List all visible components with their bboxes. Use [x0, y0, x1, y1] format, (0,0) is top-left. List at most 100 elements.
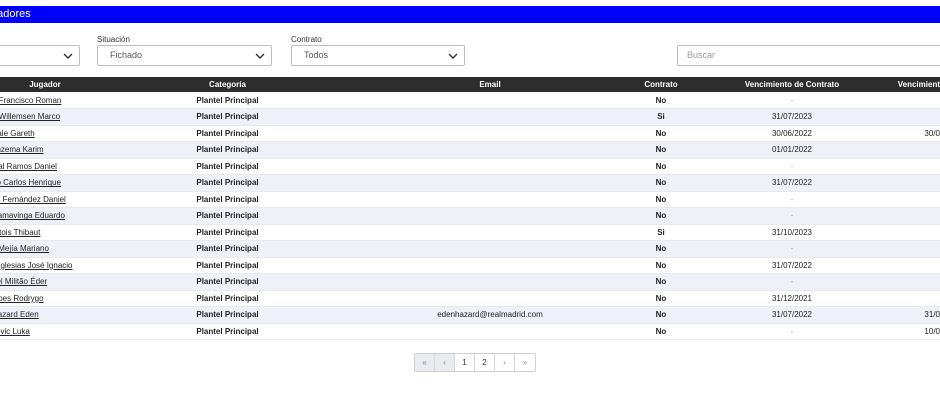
next-page-button[interactable]: › [495, 354, 515, 371]
last-page-button[interactable]: » [515, 354, 535, 371]
category-cell: Plantel Principal [90, 224, 365, 241]
contract-expiry-cell: - [707, 207, 877, 225]
contrato-value: Todos [304, 50, 329, 60]
player-name-link[interactable]: z Iglesias José Ignacio [0, 261, 73, 270]
contract-cell: No [615, 92, 707, 109]
table-row: o Willemsen Marco Plantel Principal Si31/0… [0, 108, 940, 126]
category-cell: Plantel Principal [90, 92, 365, 109]
player-name-link[interactable]: Goes Rodrygo [0, 294, 44, 303]
category-cell: Plantel Principal [90, 158, 365, 175]
prev-page-button[interactable]: ‹ [435, 354, 455, 371]
player-cell: riel Militão Éder [0, 273, 90, 291]
contract-cell: No [615, 323, 707, 340]
contract-cell: No [615, 191, 707, 208]
contract-cell: No [615, 207, 707, 225]
expiry-2-cell: 31/0 [877, 306, 940, 324]
email-cell [365, 257, 615, 274]
table-row: os Fernández Daniel Plantel Principal No- [0, 191, 940, 208]
player-cell: z Mejía Mariano [0, 240, 90, 258]
expiry-2-cell [877, 191, 940, 208]
player-name-link[interactable]: ajal Ramos Daniel [0, 162, 57, 171]
table-row: Camavinga Eduardo Plantel Principal No- [0, 207, 940, 225]
player-name-link[interactable]: n Francisco Roman [0, 96, 61, 105]
player-cell: ajal Ramos Daniel [0, 158, 90, 175]
contract-expiry-cell: - [707, 323, 877, 340]
contract-expiry-cell: - [707, 273, 877, 291]
contrato-select[interactable]: Todos [291, 45, 465, 66]
page-2-button[interactable]: 2 [475, 354, 495, 371]
category-cell: Plantel Principal [90, 174, 365, 192]
player-name-link[interactable]: o Willemsen Marco [0, 112, 60, 121]
player-cell: iro Carlos Henrique [0, 174, 90, 192]
search-field[interactable] [677, 45, 940, 66]
table-row: Jovic Luka Plantel Principal No-10/0 [0, 323, 940, 340]
expiry-2-cell [877, 141, 940, 159]
contract-expiry-cell: 31/07/2022 [707, 306, 877, 324]
column-header-jugador[interactable]: Jugador [0, 77, 90, 92]
table-row: n Francisco Roman Plantel Principal No- [0, 92, 940, 109]
contract-cell: No [615, 141, 707, 159]
player-name-link[interactable]: os Fernández Daniel [0, 195, 66, 204]
category-cell: Plantel Principal [90, 273, 365, 291]
search-input[interactable] [687, 50, 927, 60]
player-cell: n Francisco Roman [0, 92, 90, 109]
expiry-2-cell [877, 273, 940, 291]
category-cell: Plantel Principal [90, 125, 365, 142]
table-row: riel Militão Éder Plantel Principal No- [0, 273, 940, 291]
player-cell: Hazard Eden [0, 306, 90, 324]
contrato-label: Contrato [291, 35, 322, 44]
player-name-link[interactable]: z Mejía Mariano [0, 244, 49, 253]
expiry-2-cell [877, 207, 940, 225]
category-cell: Plantel Principal [90, 191, 365, 208]
players-table: Jugador Categoría Email Contrato Vencimi… [0, 77, 940, 340]
table-row: ajal Ramos Daniel Plantel Principal No- [0, 158, 940, 175]
email-cell [365, 125, 615, 142]
email-cell [365, 207, 615, 225]
contract-cell: Si [615, 108, 707, 126]
column-header-vencimiento-2[interactable]: Vencimient [877, 77, 940, 92]
player-cell: o Willemsen Marco [0, 108, 90, 126]
contract-cell: No [615, 174, 707, 192]
player-name-link[interactable]: Hazard Eden [0, 310, 39, 319]
email-cell [365, 290, 615, 307]
page-1-button[interactable]: 1 [455, 354, 475, 371]
column-header-contrato[interactable]: Contrato [615, 77, 707, 92]
situacion-select[interactable]: Fichado [97, 45, 272, 66]
filter-select-1[interactable] [0, 45, 80, 66]
player-name-link[interactable]: urtois Thibaut [0, 228, 40, 237]
player-name-link[interactable]: Jovic Luka [0, 327, 30, 336]
expiry-2-cell [877, 257, 940, 274]
contract-cell: No [615, 240, 707, 258]
expiry-2-cell [877, 174, 940, 192]
player-cell: z Iglesias José Ignacio [0, 257, 90, 274]
contract-expiry-cell: 31/10/2023 [707, 224, 877, 241]
situacion-value: Fichado [110, 50, 143, 60]
category-cell: Plantel Principal [90, 207, 365, 225]
player-cell: urtois Thibaut [0, 224, 90, 241]
category-cell: Plantel Principal [90, 290, 365, 307]
column-header-categoria[interactable]: Categoría [90, 77, 365, 92]
player-name-link[interactable]: iro Carlos Henrique [0, 178, 61, 187]
table-row: z Mejía Mariano Plantel Principal No- [0, 240, 940, 258]
table-header-row: Jugador Categoría Email Contrato Vencimi… [0, 77, 940, 92]
player-name-link[interactable]: Camavinga Eduardo [0, 211, 65, 220]
table-row: Goes Rodrygo Plantel Principal No31/12/202… [0, 290, 940, 307]
expiry-2-cell [877, 290, 940, 307]
player-cell: enzema Karim [0, 141, 90, 159]
player-cell: Camavinga Eduardo [0, 207, 90, 225]
first-page-button[interactable]: « [415, 354, 435, 371]
contract-expiry-cell: - [707, 191, 877, 208]
contract-expiry-cell: 31/07/2022 [707, 257, 877, 274]
table-row: z Iglesias José Ignacio Plantel Principal… [0, 257, 940, 274]
player-name-link[interactable]: enzema Karim [0, 145, 44, 154]
column-header-email[interactable]: Email [365, 77, 615, 92]
player-name-link[interactable]: Bale Gareth [0, 129, 35, 138]
column-header-vencimiento[interactable]: Vencimiento de Contrato [707, 77, 877, 92]
contract-cell: No [615, 273, 707, 291]
page-header-bar: gadores [0, 6, 940, 23]
contract-expiry-cell: - [707, 158, 877, 175]
expiry-2-cell: 30/0 [877, 125, 940, 142]
category-cell: Plantel Principal [90, 240, 365, 258]
player-name-link[interactable]: riel Militão Éder [0, 277, 47, 286]
contract-expiry-cell: 31/07/2023 [707, 108, 877, 126]
